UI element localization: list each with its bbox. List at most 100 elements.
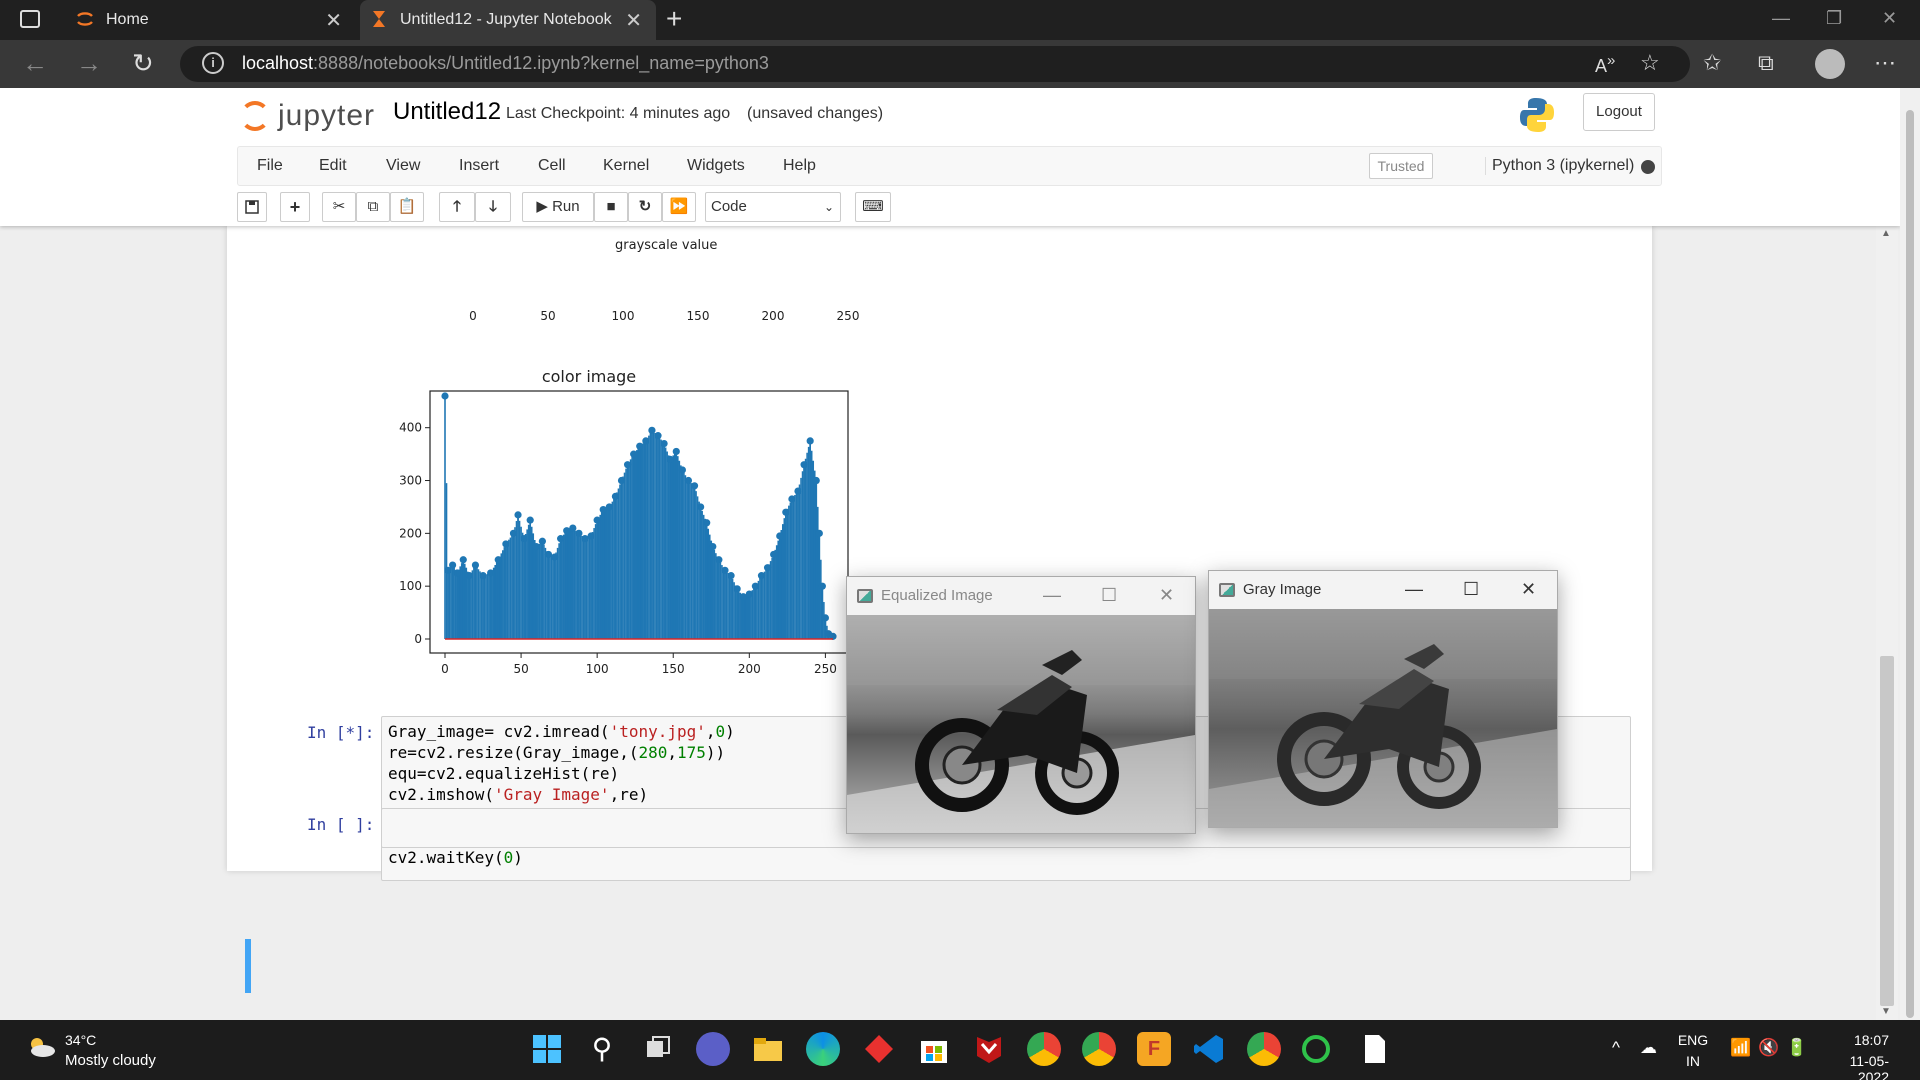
browser-scroll-thumb[interactable] <box>1906 110 1914 1018</box>
save-button[interactable] <box>237 192 267 222</box>
read-aloud-icon[interactable]: A» <box>1595 52 1615 77</box>
language-indicator[interactable]: ENG <box>1677 1032 1709 1048</box>
kernel-name[interactable]: Python 3 (ipykernel) <box>1485 157 1634 175</box>
run-button[interactable]: ▶ Run <box>522 192 594 222</box>
menu-widgets[interactable]: Widgets <box>687 157 745 175</box>
menu-kernel[interactable]: Kernel <box>603 157 649 175</box>
back-icon[interactable]: ← <box>22 48 48 79</box>
weather-temperature[interactable]: 34°C <box>65 1032 96 1048</box>
interrupt-button[interactable]: ■ <box>594 192 628 222</box>
site-info-icon[interactable]: i <box>202 52 224 74</box>
favorites-icon[interactable]: ✩ <box>1703 50 1721 76</box>
refresh-icon[interactable]: ↻ <box>132 48 154 79</box>
cell-prompt-empty: In [ ]: <box>307 815 375 834</box>
trusted-badge[interactable]: Trusted <box>1369 153 1433 179</box>
close-window-icon[interactable]: ✕ <box>1882 8 1897 29</box>
cloud-icon[interactable]: ☁ <box>1640 1038 1657 1058</box>
chrome-icon[interactable] <box>1027 1032 1061 1066</box>
maximize-icon[interactable]: ☐ <box>1463 579 1479 600</box>
minimize-icon[interactable]: — <box>1043 585 1061 606</box>
language-region[interactable]: IN <box>1677 1053 1709 1069</box>
start-button[interactable] <box>530 1032 564 1066</box>
close-icon[interactable]: ✕ <box>325 8 342 33</box>
edge-browser-icon[interactable] <box>806 1032 840 1066</box>
stem-marker <box>465 572 473 580</box>
app-f-icon[interactable]: F <box>1137 1032 1171 1066</box>
insert-cell-button[interactable]: + <box>280 192 310 222</box>
refresh-app-icon[interactable] <box>1302 1035 1330 1063</box>
file-explorer-icon[interactable] <box>751 1032 785 1066</box>
vscode-icon[interactable] <box>1192 1032 1226 1066</box>
cut-button[interactable]: ✂ <box>322 192 356 222</box>
paste-button[interactable]: 📋 <box>390 192 424 222</box>
teams-chat-icon[interactable] <box>696 1032 730 1066</box>
notebook-name[interactable]: Untitled12 <box>393 98 501 126</box>
restart-button[interactable]: ↻ <box>628 192 662 222</box>
x-tick-label: 150 <box>662 662 685 676</box>
scroll-up-icon[interactable]: ▲ <box>1881 228 1891 239</box>
chrome-2-icon[interactable] <box>1247 1032 1281 1066</box>
office-icon[interactable] <box>862 1032 896 1066</box>
notepad-icon[interactable] <box>1357 1032 1391 1066</box>
jupyter-page: jupyter Untitled12 Last Checkpoint: 4 mi… <box>0 88 1900 1020</box>
cell-type-select[interactable]: Code ⌄ <box>705 192 841 222</box>
cloud-sun-icon[interactable] <box>26 1036 56 1058</box>
wifi-icon[interactable]: 📶 <box>1730 1038 1751 1058</box>
windows-taskbar: 34°C Mostly cloudy ⚲ F ^ ☁ ENG IN 📶 🔇 🔋 … <box>0 1020 1920 1080</box>
x-tick-label: 50 <box>513 662 528 676</box>
menu-edit[interactable]: Edit <box>319 157 347 175</box>
task-view-icon[interactable] <box>641 1032 675 1066</box>
clock-date[interactable]: 11-05-2022 <box>1820 1053 1889 1080</box>
url-field[interactable]: i localhost:8888/notebooks/Untitled12.ip… <box>180 46 1690 82</box>
menu-insert[interactable]: Insert <box>459 157 499 175</box>
menu-view[interactable]: View <box>386 157 420 175</box>
more-menu-icon[interactable]: ⋯ <box>1874 50 1896 76</box>
window-titlebar[interactable]: Gray Image — ☐ ✕ <box>1209 571 1557 609</box>
menu-help[interactable]: Help <box>783 157 816 175</box>
scroll-down-icon[interactable]: ▼ <box>1881 1006 1891 1017</box>
new-tab-button[interactable]: + <box>666 3 682 35</box>
browser-scrollbar[interactable] <box>1900 88 1920 1020</box>
chevron-up-icon[interactable]: ^ <box>1612 1038 1620 1058</box>
minimize-icon[interactable]: — <box>1772 8 1790 29</box>
forward-icon[interactable]: → <box>76 48 102 79</box>
move-up-button[interactable]: 🡑 <box>439 192 475 222</box>
notebook-scrollbar[interactable]: ▲ ▼ <box>1876 226 1898 1020</box>
volume-muted-icon[interactable]: 🔇 <box>1758 1038 1779 1058</box>
copy-button[interactable]: ⧉ <box>356 192 390 222</box>
profile-avatar[interactable] <box>1815 49 1845 79</box>
restart-run-all-button[interactable]: ⏩ <box>662 192 696 222</box>
close-icon[interactable]: ✕ <box>625 8 642 33</box>
stem-marker <box>733 585 741 593</box>
tab-home[interactable]: Home ✕ <box>66 0 356 40</box>
prev-xtick: 100 <box>612 309 635 323</box>
jupyter-logo[interactable]: jupyter <box>240 96 375 136</box>
hourglass-icon <box>373 11 385 27</box>
move-down-button[interactable]: 🡓 <box>475 192 511 222</box>
collections-icon[interactable]: ⧉ <box>1758 50 1774 76</box>
tab-notebook[interactable]: Untitled12 - Jupyter Notebook ✕ <box>360 0 656 40</box>
weather-description[interactable]: Mostly cloudy <box>65 1052 156 1069</box>
menu-file[interactable]: File <box>257 157 283 175</box>
window-titlebar[interactable]: Equalized Image — ☐ ✕ <box>847 577 1195 615</box>
restore-icon[interactable]: ❐ <box>1826 8 1842 29</box>
mcafee-icon[interactable] <box>972 1032 1006 1066</box>
menu-cell[interactable]: Cell <box>538 157 566 175</box>
command-palette-button[interactable]: ⌨ <box>855 192 891 222</box>
add-favorite-icon[interactable]: ☆ <box>1640 50 1660 76</box>
battery-icon[interactable]: 🔋 <box>1786 1038 1807 1058</box>
close-icon[interactable]: ✕ <box>1521 579 1536 600</box>
gray-image-window[interactable]: Gray Image — ☐ ✕ <box>1208 570 1558 828</box>
close-icon[interactable]: ✕ <box>1159 585 1174 606</box>
fast-forward-icon: ⏩ <box>669 198 689 215</box>
store-icon[interactable] <box>917 1032 951 1066</box>
maximize-icon[interactable]: ☐ <box>1101 585 1117 606</box>
search-icon[interactable]: ⚲ <box>585 1032 619 1066</box>
scroll-thumb[interactable] <box>1880 656 1894 1006</box>
equalized-image-window[interactable]: Equalized Image — ☐ ✕ <box>846 576 1196 834</box>
logout-button[interactable]: Logout <box>1583 93 1655 131</box>
minimize-icon[interactable]: — <box>1405 579 1423 600</box>
tab-actions-icon[interactable] <box>20 10 40 28</box>
chrome-profile-icon[interactable] <box>1082 1032 1116 1066</box>
clock-time[interactable]: 18:07 <box>1829 1032 1889 1048</box>
